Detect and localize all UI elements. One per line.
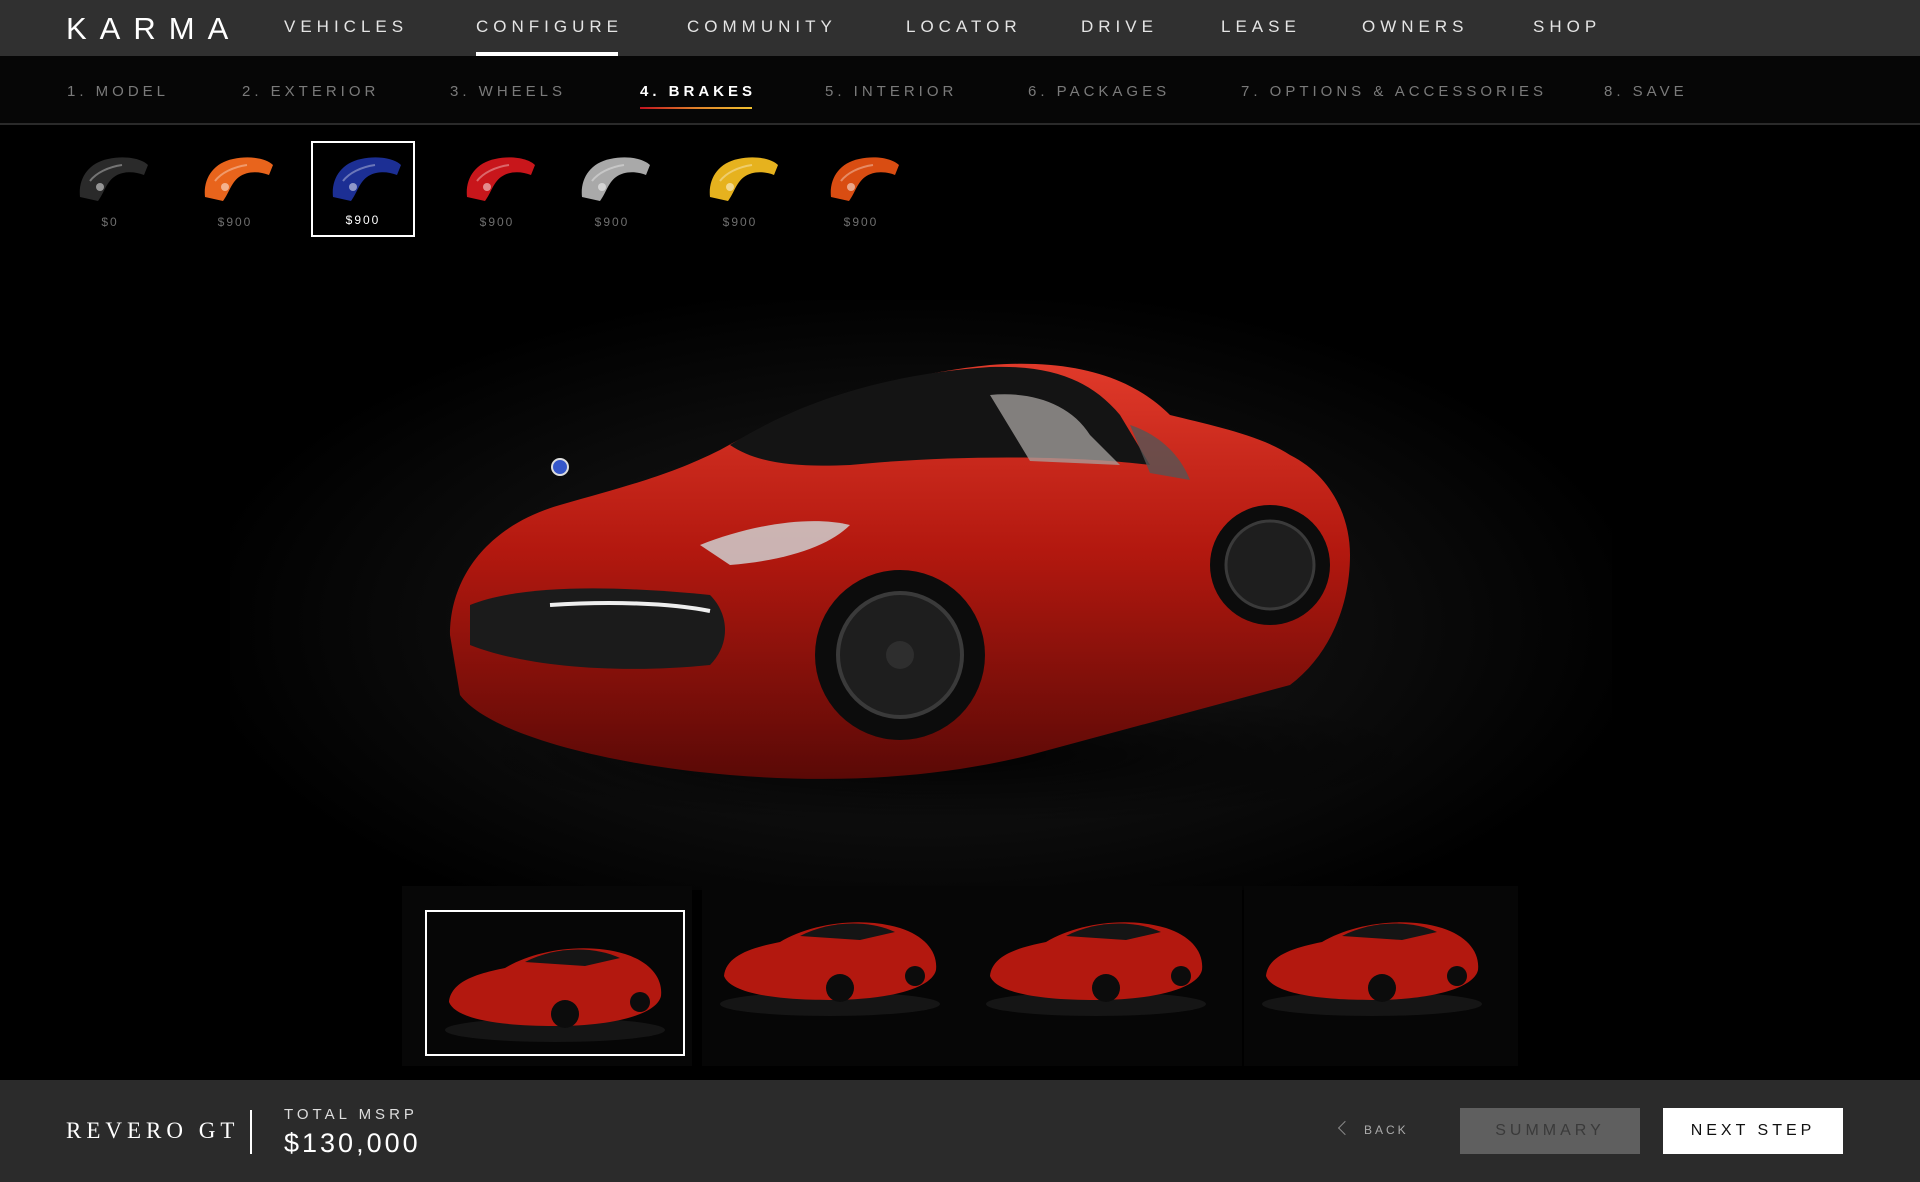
back-button[interactable]: BACK	[1337, 1120, 1409, 1137]
summary-footer: REVERO GT TOTAL MSRP $130,000 BACK SUMMA…	[0, 1080, 1920, 1182]
brake-caliper-icon	[332, 157, 401, 201]
nav-owners[interactable]: OWNERS	[1362, 17, 1469, 37]
nav-drive[interactable]: DRIVE	[1081, 17, 1158, 37]
step-exterior[interactable]: 2. EXTERIOR	[242, 83, 379, 100]
nav-vehicles[interactable]: VEHICLES	[284, 17, 408, 37]
karma-logo[interactable]: KARMA	[66, 11, 241, 47]
divider	[250, 1110, 252, 1154]
nav-locator[interactable]: LOCATOR	[906, 17, 1022, 37]
brake-swatch-copper[interactable]: $900	[809, 141, 913, 237]
car-thumbnail	[720, 922, 940, 1016]
step-brakes[interactable]: 4. BRAKES	[640, 83, 756, 109]
brake-caliper-icon	[79, 157, 148, 201]
brake-swatch-silver[interactable]: $900	[560, 141, 664, 237]
configurator-steps: 1. MODEL 2. EXTERIOR 3. WHEELS 4. BRAKES…	[0, 56, 1920, 125]
nav-shop[interactable]: SHOP	[1533, 17, 1601, 37]
back-label: BACK	[1364, 1123, 1409, 1137]
brake-price: $900	[722, 215, 758, 229]
step-interior[interactable]: 5. INTERIOR	[825, 83, 957, 100]
model-name: REVERO GT	[66, 1118, 240, 1143]
thumbnail-side[interactable]	[702, 886, 976, 1066]
msrp-value: $130,000	[284, 1128, 421, 1158]
brake-caliper-icon	[581, 157, 650, 201]
brake-caliper-icon	[204, 157, 273, 201]
summary-button[interactable]: SUMMARY	[1460, 1108, 1640, 1154]
brake-price: $900	[345, 213, 381, 227]
nav-lease[interactable]: LEASE	[1221, 17, 1301, 37]
brake-caliper-icon	[830, 157, 899, 201]
nav-configure[interactable]: CONFIGURE	[476, 17, 623, 56]
vehicle-image	[450, 363, 1430, 825]
next-step-button[interactable]: NEXT STEP	[1663, 1108, 1843, 1154]
step-save[interactable]: 8. SAVE	[1604, 83, 1688, 100]
step-model[interactable]: 1. MODEL	[67, 83, 169, 100]
thumbnail-front-three-quarter[interactable]	[425, 910, 685, 1056]
chevron-left-icon	[1337, 1120, 1353, 1136]
step-options-accessories[interactable]: 7. OPTIONS & ACCESSORIES	[1241, 83, 1547, 100]
brake-caliper-icon	[466, 157, 535, 201]
brake-caliper-icon	[709, 157, 778, 201]
view-thumbnails	[402, 886, 1518, 1066]
brake-swatch-blue[interactable]: $900	[311, 141, 415, 237]
brake-price: $900	[843, 215, 879, 229]
brake-price: $900	[479, 215, 515, 229]
brake-price: $0	[101, 215, 119, 229]
brake-swatch-black[interactable]: $0	[58, 141, 162, 237]
step-wheels[interactable]: 3. WHEELS	[450, 83, 566, 100]
nav-community[interactable]: COMMUNITY	[687, 17, 837, 37]
thumbnail-rear-three-quarter[interactable]	[1244, 886, 1518, 1066]
brake-price: $900	[594, 215, 630, 229]
step-packages[interactable]: 6. PACKAGES	[1028, 83, 1170, 100]
thumbnail-front[interactable]	[968, 886, 1242, 1066]
msrp-label: TOTAL MSRP	[284, 1106, 418, 1123]
car-thumbnail	[1262, 922, 1482, 1016]
top-navigation: KARMA VEHICLES CONFIGURE COMMUNITY LOCAT…	[0, 0, 1920, 56]
car-thumbnail	[986, 922, 1206, 1016]
brake-swatch-orange[interactable]: $900	[183, 141, 287, 237]
brake-swatch-red[interactable]: $900	[445, 141, 549, 237]
brake-swatch-yellow[interactable]: $900	[688, 141, 792, 237]
car-thumbnail	[445, 948, 665, 1042]
brake-price: $900	[217, 215, 253, 229]
